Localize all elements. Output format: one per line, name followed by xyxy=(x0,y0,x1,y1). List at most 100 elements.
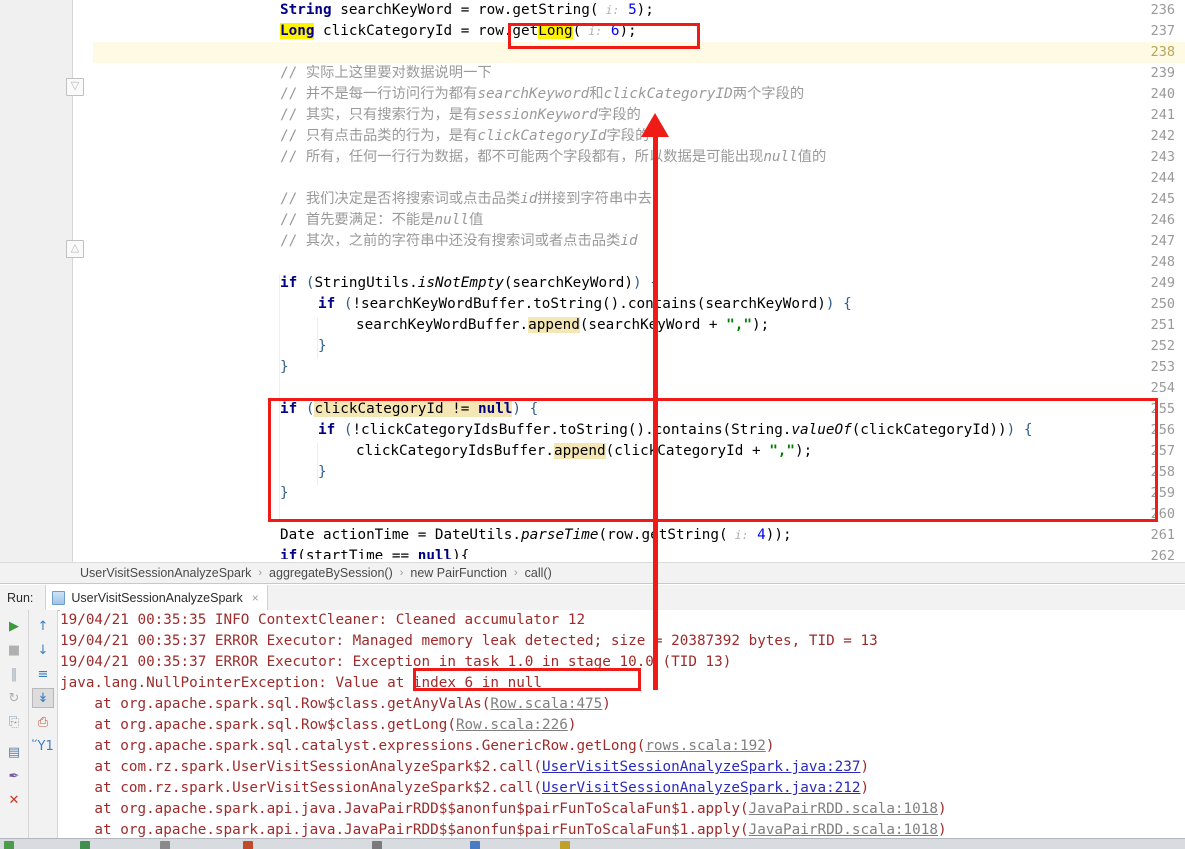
console-text: ) xyxy=(567,717,577,733)
code-line-249[interactable]: if (StringUtils.isNotEmpty(searchKeyWord… xyxy=(280,273,659,294)
run-toolbar-left[interactable]: ▶ ■ ‖ ↻ ⎘ ▤ ✒ ✕ xyxy=(0,610,29,838)
console-line[interactable]: at org.apache.spark.sql.Row$class.getAny… xyxy=(60,694,1185,715)
fold-expand-icon[interactable]: △ xyxy=(66,240,84,258)
run-config-icon xyxy=(52,590,66,605)
breadcrumb-item-2[interactable]: new PairFunction xyxy=(410,566,507,580)
breadcrumb-separator: › xyxy=(399,567,404,579)
console-line[interactable]: java.lang.NullPointerException: Value at… xyxy=(60,673,1185,694)
toggle-tasks-button[interactable]: ▤ xyxy=(3,742,25,762)
stacktrace-link[interactable]: JavaPairRDD.scala:1018 xyxy=(749,801,938,817)
stacktrace-link[interactable]: Row.scala:226 xyxy=(456,717,568,733)
console-line[interactable]: at org.apache.spark.sql.Row$class.getLon… xyxy=(60,715,1185,736)
code-line-251[interactable]: searchKeyWordBuffer.append(searchKeyWord… xyxy=(356,315,769,336)
console-line[interactable]: 19/04/21 00:35:37 ERROR Executor: Except… xyxy=(60,652,1185,673)
console-line[interactable]: at org.apache.spark.sql.catalyst.express… xyxy=(60,736,1185,757)
code-line-246[interactable]: // 首先要满足：不能是null值 xyxy=(280,210,483,231)
stacktrace-link[interactable]: Row.scala:475 xyxy=(490,696,602,712)
console-line[interactable]: at com.rz.spark.UserVisitSessionAnalyzeS… xyxy=(60,757,1185,778)
run-tab-uservisitsessionanalyzespark[interactable]: UserVisitSessionAnalyzeSpark × xyxy=(45,585,268,610)
run-label: Run: xyxy=(7,590,34,605)
close-icon[interactable]: × xyxy=(252,591,259,605)
code-line-253[interactable]: } xyxy=(280,357,289,378)
close-button[interactable]: ✕ xyxy=(3,790,25,810)
clear-all-button[interactable]: Ὕ1 xyxy=(32,736,54,756)
run-toolbar-right[interactable]: ↑ ↓ ≡ ↡ ⎙ Ὕ1 xyxy=(29,610,58,838)
code-line-259[interactable]: } xyxy=(280,483,289,504)
line-number-gutter[interactable] xyxy=(0,0,73,562)
code-line-262[interactable]: if(startTime == null){ xyxy=(280,546,469,559)
console-line[interactable]: at org.apache.spark.api.java.JavaPairRDD… xyxy=(60,820,1185,838)
code-line-257[interactable]: clickCategoryIdsBuffer.append(clickCateg… xyxy=(356,441,812,462)
console-text: ) xyxy=(937,801,947,817)
console-line[interactable]: 19/04/21 00:35:37 ERROR Executor: Manage… xyxy=(60,631,1185,652)
breadcrumb-item-1[interactable]: aggregateBySession() xyxy=(269,566,393,580)
console-text: at org.apache.spark.api.java.JavaPairRDD… xyxy=(60,801,749,817)
console-text: ) xyxy=(860,759,870,775)
breadcrumb-separator: › xyxy=(513,567,518,579)
rerun-button[interactable]: ↻ xyxy=(3,688,25,708)
stacktrace-link[interactable]: rows.scala:192 xyxy=(645,738,766,754)
code-line-258[interactable]: } xyxy=(318,462,327,483)
code-line-242[interactable]: // 只有点击品类的行为，是有clickCategoryId字段的 xyxy=(280,126,649,147)
pause-button[interactable]: ‖ xyxy=(3,664,25,684)
intellij-idea-window: 236 237 238 239 240 241 242 243 244 245 246 247 248 2… xyxy=(0,0,1185,849)
console-text: ) xyxy=(765,738,775,754)
console-text: at org.apache.spark.api.java.JavaPairRDD… xyxy=(60,822,749,838)
code-editor[interactable]: 236 237 238 239 240 241 242 243 244 245 246 247 248 2… xyxy=(0,0,1185,562)
run-button[interactable]: ▶ xyxy=(3,616,25,636)
os-taskbar[interactable] xyxy=(0,838,1185,849)
console-text: at org.apache.spark.sql.catalyst.express… xyxy=(60,738,646,754)
console-line[interactable]: at org.apache.spark.api.java.JavaPairRDD… xyxy=(60,799,1185,820)
fold-collapse-icon[interactable]: ▽ xyxy=(66,78,84,96)
console-text: at org.apache.spark.sql.Row$class.getLon… xyxy=(60,717,456,733)
taskbar-item-5-icon[interactable] xyxy=(470,841,480,849)
code-line-236[interactable]: String searchKeyWord = row.getString( i:… xyxy=(280,0,654,21)
console-text: at org.apache.spark.sql.Row$class.getAny… xyxy=(60,696,491,712)
code-line-255[interactable]: if (clickCategoryId != null) { xyxy=(280,399,538,420)
breadcrumb-item-0[interactable]: UserVisitSessionAnalyzeSpark xyxy=(80,566,251,580)
code-line-261[interactable]: Date actionTime = DateUtils.parseTime(ro… xyxy=(280,525,792,546)
code-line-245[interactable]: // 我们决定是否将搜索词或点击品类id拼接到字符串中去 xyxy=(280,189,652,210)
scroll-to-end-button[interactable]: ↡ xyxy=(32,688,54,708)
stacktrace-link[interactable]: UserVisitSessionAnalyzeSpark.java:212 xyxy=(542,780,860,796)
console-text: at com.rz.spark.UserVisitSessionAnalyzeS… xyxy=(60,780,543,796)
code-line-240[interactable]: // 并不是每一行访问行为都有searchKeyword和clickCatego… xyxy=(280,84,804,105)
breadcrumb-separator: › xyxy=(258,567,263,579)
stop-button[interactable]: ■ xyxy=(3,640,25,660)
code-line-243[interactable]: // 所有，任何一行行为数据，都不可能两个字段都有，所以数据是可能出现null值… xyxy=(280,147,826,168)
console-line[interactable]: 19/04/21 00:35:35 INFO ContextCleaner: C… xyxy=(60,610,1185,631)
scroll-up-button[interactable]: ↑ xyxy=(32,616,54,636)
breadcrumb[interactable]: UserVisitSessionAnalyzeSpark › aggregateBy… xyxy=(0,562,1185,584)
annotation-arrow-shaft xyxy=(653,124,658,690)
stacktrace-link[interactable]: UserVisitSessionAnalyzeSpark.java:237 xyxy=(542,759,860,775)
console-line[interactable]: at com.rz.spark.UserVisitSessionAnalyzeS… xyxy=(60,778,1185,799)
taskbar-item-3-icon[interactable] xyxy=(243,841,253,849)
code-line-241[interactable]: // 其实，只有搜索行为，是有sessionKeyword字段的 xyxy=(280,105,641,126)
code-line-252[interactable]: } xyxy=(318,336,327,357)
taskbar-start-icon[interactable] xyxy=(4,841,14,849)
code-line-256[interactable]: if (!clickCategoryIdsBuffer.toString().c… xyxy=(318,420,1032,441)
code-line-250[interactable]: if (!searchKeyWordBuffer.toString().cont… xyxy=(318,294,852,315)
print-button[interactable]: ⎙ xyxy=(32,712,54,732)
code-line-237[interactable]: Long clickCategoryId = row.getLong( i: 6… xyxy=(280,21,637,42)
scroll-down-button[interactable]: ↓ xyxy=(32,640,54,660)
taskbar-item-4-icon[interactable] xyxy=(372,841,382,849)
dump-threads-button[interactable]: ⎘ xyxy=(3,712,25,732)
pin-tab-button[interactable]: ✒ xyxy=(3,766,25,786)
console-text: ) xyxy=(937,822,947,838)
stacktrace-link[interactable]: JavaPairRDD.scala:1018 xyxy=(749,822,938,838)
taskbar-item-1-icon[interactable] xyxy=(80,841,90,849)
code-line-247[interactable]: // 其次，之前的字符串中还没有搜索词或者点击品类id xyxy=(280,231,638,252)
annotation-arrow-head xyxy=(641,113,669,137)
taskbar-item-2-icon[interactable] xyxy=(160,841,170,849)
console-text: ) xyxy=(602,696,611,712)
console-text: ) xyxy=(860,780,870,796)
taskbar-item-6-icon[interactable] xyxy=(560,841,570,849)
console-output[interactable]: 19/04/21 00:35:35 INFO ContextCleaner: C… xyxy=(60,610,1185,838)
source-code-lines[interactable]: String searchKeyWord = row.getString( i:… xyxy=(94,0,1185,562)
console-text: at com.rz.spark.UserVisitSessionAnalyzeS… xyxy=(60,759,543,775)
console-text: java.lang.NullPointerException: Value at… xyxy=(60,675,543,691)
breadcrumb-item-3[interactable]: call() xyxy=(525,566,552,580)
code-line-239[interactable]: // 实际上这里要对数据说明一下 xyxy=(280,63,492,84)
soft-wrap-button[interactable]: ≡ xyxy=(32,664,54,684)
